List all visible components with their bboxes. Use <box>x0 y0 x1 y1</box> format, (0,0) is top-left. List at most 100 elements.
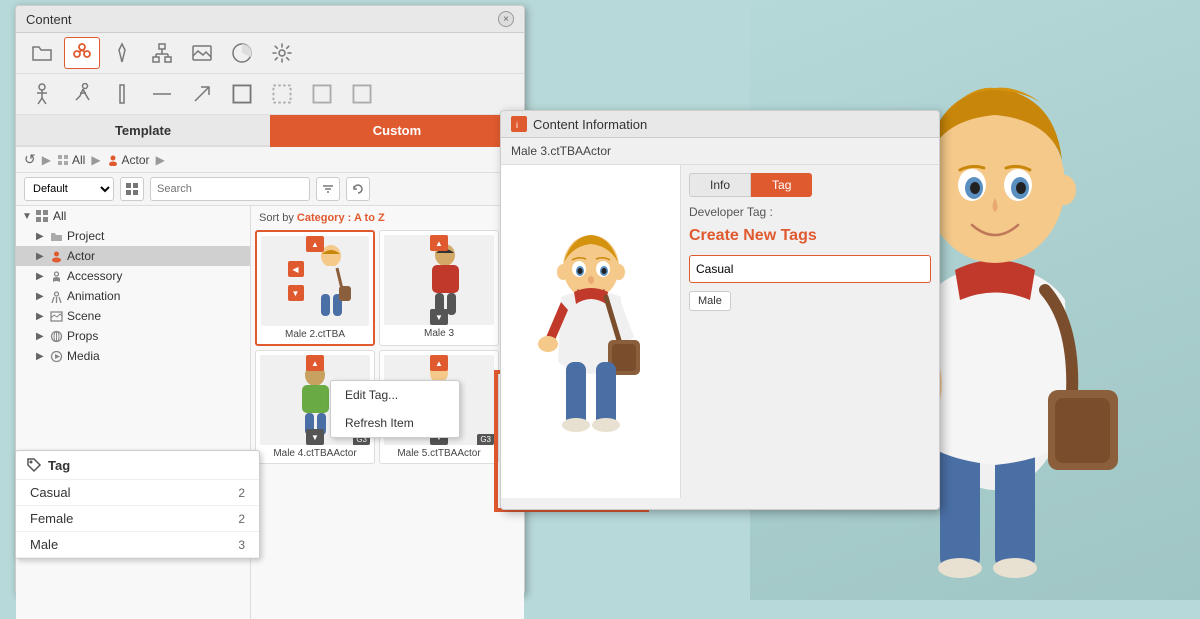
folder-tree-icon <box>50 231 63 242</box>
gear-icon[interactable] <box>264 37 300 69</box>
tree-item-props[interactable]: ▶ Props <box>16 326 250 346</box>
info-main: Info Tag Developer Tag : Create New Tags… <box>501 165 939 498</box>
accessory-tree-icon <box>50 270 63 283</box>
scroll-up-button-3[interactable]: ▲ <box>306 355 324 371</box>
tag-label-casual: Casual <box>30 485 70 500</box>
context-menu: Edit Tag... Refresh Item <box>330 380 460 438</box>
character-male3-icon <box>418 243 473 318</box>
image-icon[interactable] <box>184 37 220 69</box>
tag-label-female: Female <box>30 511 73 526</box>
refresh-button[interactable] <box>346 177 370 201</box>
info-tab-info[interactable]: Info <box>689 173 751 197</box>
all-grid-icon <box>36 210 49 223</box>
tab-template[interactable]: Template <box>16 115 270 147</box>
search-input[interactable] <box>150 177 310 201</box>
nav-actor-label[interactable]: Actor <box>122 153 150 167</box>
hierarchy-icon[interactable] <box>144 37 180 69</box>
tree-item-actor[interactable]: ▶ Actor <box>16 246 250 266</box>
tree-arrow-animation: ▶ <box>36 291 46 302</box>
nav-left-button[interactable]: ◀ <box>288 261 304 277</box>
nav-back-button[interactable]: ↺ <box>24 151 36 168</box>
view-icon-button[interactable] <box>120 177 144 201</box>
tag-panel-icon <box>26 457 42 473</box>
grid-item-male2[interactable]: ▲ ◀ ▼ <box>255 230 375 346</box>
tie-icon[interactable] <box>104 37 140 69</box>
folder-icon[interactable] <box>24 37 60 69</box>
arrow-diagonal-icon[interactable] <box>184 78 220 110</box>
main-tabs: Template Custom <box>16 115 524 147</box>
content-panel-close-button[interactable]: × <box>498 11 514 27</box>
tag-count-female: 2 <box>238 512 245 526</box>
tab-custom[interactable]: Custom <box>270 115 524 147</box>
tree-label-media: Media <box>67 349 100 363</box>
tree-arrow-all: ▼ <box>22 211 32 222</box>
grid-item-label-male3: Male 3 <box>384 328 494 339</box>
person-stand-icon[interactable] <box>24 78 60 110</box>
grid-item-male3[interactable]: ▲ ▼ Male 3 <box>379 230 499 346</box>
info-character-preview <box>526 232 656 432</box>
nav-down-button[interactable]: ▼ <box>430 309 448 325</box>
tag-row-casual[interactable]: Casual 2 <box>16 480 259 506</box>
tree-item-accessory[interactable]: ▶ Accessory <box>16 266 250 286</box>
filter-select[interactable]: Default Name A-Z Name Z-A <box>24 177 114 201</box>
walk-icon[interactable] <box>64 78 100 110</box>
column-icon[interactable] <box>104 78 140 110</box>
toolbar-row-2 <box>16 74 524 115</box>
tree-item-project[interactable]: ▶ Project <box>16 226 250 246</box>
tree-arrow-project: ▶ <box>36 231 46 242</box>
edit-tag-menu-item[interactable]: Edit Tag... <box>331 381 459 409</box>
character-male2-icon <box>304 244 359 319</box>
info-tab-tag[interactable]: Tag <box>751 173 812 197</box>
tag-row-female[interactable]: Female 2 <box>16 506 259 532</box>
tag-chip-male[interactable]: Male <box>689 291 731 311</box>
tag-panel: Tag Casual 2 Female 2 Male 3 <box>15 450 260 559</box>
scroll-up-button[interactable]: ▲ <box>306 236 324 252</box>
tree-item-all[interactable]: ▼ All <box>16 206 250 226</box>
box1-icon[interactable] <box>224 78 260 110</box>
sort-bar: Sort by Category : A to Z <box>255 210 520 226</box>
filter-options-button[interactable] <box>316 177 340 201</box>
box4-icon[interactable] <box>344 78 380 110</box>
grid-item-label-male5: Male 5.ctTBAActor <box>384 448 494 459</box>
info-file-name: Male 3.ctTBAActor <box>501 138 939 165</box>
tree-arrow-accessory: ▶ <box>36 271 46 282</box>
actor-tree-icon <box>50 250 63 263</box>
developer-tag-label: Developer Tag : <box>689 205 931 219</box>
nav-all-label[interactable]: All <box>72 153 85 167</box>
tree-label-animation: Animation <box>67 289 120 303</box>
line-icon[interactable] <box>144 78 180 110</box>
scroll-up-button-2[interactable]: ▲ <box>430 235 448 251</box>
filter-row: Default Name A-Z Name Z-A <box>16 173 524 206</box>
content-panel-title: Content <box>26 12 72 27</box>
refresh-item-menu-item[interactable]: Refresh Item <box>331 409 459 437</box>
tree-label-all: All <box>53 209 66 223</box>
animation-tree-icon <box>50 290 63 303</box>
scroll-up-button-4[interactable]: ▲ <box>430 355 448 371</box>
nav-right-button[interactable]: ▼ <box>288 285 304 301</box>
props-tree-icon <box>50 330 63 343</box>
tag-input[interactable] <box>689 255 931 283</box>
tree-item-scene[interactable]: ▶ Scene <box>16 306 250 326</box>
character-icon[interactable] <box>64 37 100 69</box>
tag-count-male: 3 <box>238 538 245 552</box>
svg-text:i: i <box>516 120 518 129</box>
tree-item-animation[interactable]: ▶ Animation <box>16 286 250 306</box>
tree-arrow-props: ▶ <box>36 331 46 342</box>
pie-chart-icon[interactable] <box>224 37 260 69</box>
tree-arrow-actor: ▶ <box>36 251 46 262</box>
tag-panel-label: Tag <box>48 458 70 473</box>
nav-down-button-2[interactable]: ▼ <box>306 429 324 445</box>
tag-panel-header: Tag <box>16 451 259 480</box>
tree-label-actor: Actor <box>67 249 95 263</box>
grid-item-preview-male3: ▲ ▼ <box>384 235 494 325</box>
tree-label-project: Project <box>67 229 104 243</box>
tag-count-casual: 2 <box>238 486 245 500</box>
tree-label-props: Props <box>67 329 98 343</box>
box3-icon[interactable] <box>304 78 340 110</box>
tree-item-media[interactable]: ▶ Media <box>16 346 250 366</box>
tag-label-male: Male <box>30 537 58 552</box>
tag-row-male[interactable]: Male 3 <box>16 532 259 558</box>
info-right: Info Tag Developer Tag : Create New Tags… <box>681 165 939 498</box>
box2-icon[interactable] <box>264 78 300 110</box>
tree-arrow-scene: ▶ <box>36 311 46 322</box>
